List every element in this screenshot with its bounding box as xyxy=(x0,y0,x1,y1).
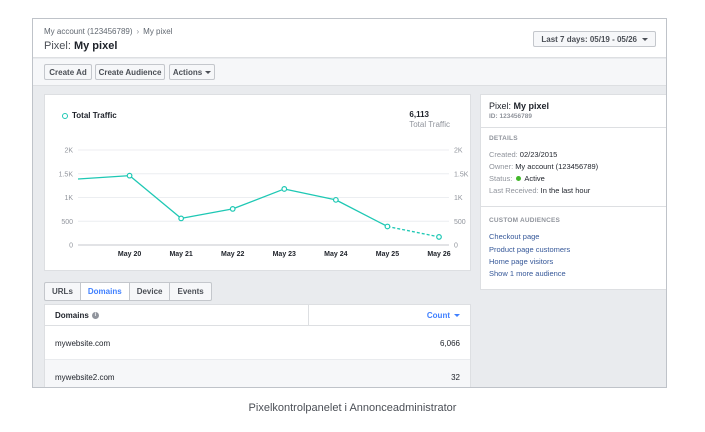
owner-label: Owner: xyxy=(489,162,514,171)
show-more-audiences-link[interactable]: Show 1 more audience xyxy=(489,269,566,278)
pixel-dashboard: My account (123456789) › My pixel Pixel:… xyxy=(32,18,667,388)
data-point[interactable] xyxy=(126,172,133,179)
row-count: 32 xyxy=(451,373,460,382)
info-icon[interactable]: i xyxy=(91,312,99,319)
column-header-count-label: Count xyxy=(426,311,450,320)
series-line-segment xyxy=(232,188,285,210)
x-tick-label: May 26 xyxy=(427,251,450,258)
column-header-domains-label: Domains xyxy=(55,311,89,320)
side-title-name: My pixel xyxy=(513,101,550,111)
table-header: Domains i Count xyxy=(45,305,470,326)
detail-last-received: Last Received: In the last hour xyxy=(489,186,590,195)
detail-created: Created: 02/23/2015 xyxy=(489,150,557,159)
audience-link-checkout[interactable]: Checkout page xyxy=(489,232,539,241)
side-title-prefix: Pixel: xyxy=(489,101,512,111)
pixel-id: ID: 123456789 xyxy=(489,113,533,120)
sort-down-icon xyxy=(454,314,460,317)
x-tick-label: May 20 xyxy=(118,251,141,258)
image-caption: Pixelkontrolpanelet i Annonceadministrat… xyxy=(248,402,457,414)
chevron-right-icon: › xyxy=(136,27,140,36)
domains-table: Domains i Count mywebsite.com 6,066 mywe… xyxy=(44,304,471,387)
created-value: 02/23/2015 xyxy=(519,150,558,159)
status-value: Active xyxy=(524,174,545,183)
date-range-label: Last 7 days: 05/19 - 05/26 xyxy=(541,34,637,44)
y-tick-label-left: 0 xyxy=(69,243,73,250)
details-heading: DETAILS xyxy=(489,135,518,142)
side-title: Pixel: My pixel xyxy=(489,101,549,111)
page-header: My account (123456789) › My pixel Pixel:… xyxy=(33,19,666,58)
column-header-count[interactable]: Count xyxy=(427,311,460,320)
tab-device[interactable]: Device xyxy=(130,283,171,300)
page-title-prefix: Pixel: xyxy=(44,40,71,52)
actions-label: Actions xyxy=(172,67,203,77)
chevron-down-icon xyxy=(205,70,212,74)
row-count: 6,066 xyxy=(439,339,460,348)
breadcrumb-account[interactable]: My account (123456789) xyxy=(44,27,133,36)
created-label: Created: xyxy=(489,150,518,159)
actions-button[interactable]: Actions xyxy=(169,64,215,80)
owner-value: My account (123456789) xyxy=(515,162,599,171)
column-divider xyxy=(308,305,309,325)
y-tick-label-right: 2K xyxy=(454,148,463,155)
divider xyxy=(481,206,666,207)
series-line-segment xyxy=(284,188,336,201)
x-tick-label: May 24 xyxy=(324,251,347,258)
page-title: Pixel: My pixel xyxy=(44,40,117,52)
tab-domains[interactable]: Domains xyxy=(80,283,130,300)
y-tick-label-right: 500 xyxy=(454,219,466,226)
column-header-domains: Domains i xyxy=(55,311,99,320)
detail-owner: Owner: My account (123456789) xyxy=(489,162,598,171)
table-row[interactable]: mywebsite2.com 32 xyxy=(45,360,470,387)
status-label: Status: xyxy=(489,174,513,183)
traffic-line-chart: 0 0 500 500 1K 1K 1.5K 1.5K 2K 2K May 20 May 21 May … xyxy=(59,148,469,259)
series-line-segment xyxy=(335,199,388,228)
data-point[interactable] xyxy=(436,234,442,240)
create-audience-button[interactable]: Create Audience xyxy=(95,64,165,80)
x-tick-label: May 25 xyxy=(376,251,399,258)
date-range-button[interactable]: Last 7 days: 05/19 - 05/26 xyxy=(533,31,656,47)
row-domain: mywebsite.com xyxy=(55,339,111,348)
series-line-segment xyxy=(181,208,233,220)
data-point[interactable] xyxy=(384,223,391,230)
x-tick-label: May 22 xyxy=(221,251,244,258)
y-tick-label-left: 2K xyxy=(64,148,73,155)
traffic-chart-card: Total Traffic 6,113 Total Traffic 0 0 500 5… xyxy=(44,94,471,271)
audience-link-home[interactable]: Home page visitors xyxy=(489,257,553,266)
data-point[interactable] xyxy=(281,186,288,192)
divider xyxy=(481,127,666,128)
x-tick-label: May 21 xyxy=(169,251,192,258)
tab-urls[interactable]: URLs xyxy=(45,283,81,300)
create-ad-button[interactable]: Create Ad xyxy=(44,64,92,80)
received-value: In the last hour xyxy=(540,186,591,195)
toolbar: Create Ad Create Audience Actions xyxy=(33,59,666,86)
y-tick-label-right: 1K xyxy=(454,195,463,202)
breadcrumb: My account (123456789) › My pixel xyxy=(44,27,173,36)
y-tick-label-right: 0 xyxy=(454,243,458,250)
status-active-icon xyxy=(516,176,522,181)
x-tick-label: May 23 xyxy=(273,251,296,258)
create-audience-label: Create Audience xyxy=(98,67,162,77)
y-tick-label-right: 1.5K xyxy=(454,171,469,178)
table-row[interactable]: mywebsite.com 6,066 xyxy=(45,326,470,360)
data-point[interactable] xyxy=(178,215,185,222)
received-label: Last Received: xyxy=(489,186,539,195)
breakdown-tabs: URLs Domains Device Events xyxy=(44,282,212,301)
y-tick-label-left: 1K xyxy=(64,195,73,202)
data-point[interactable] xyxy=(332,196,339,203)
breadcrumb-current: My pixel xyxy=(143,27,173,36)
pixel-details-panel: Pixel: My pixel ID: 123456789 DETAILS Cr… xyxy=(480,94,666,290)
detail-status: Status: Active xyxy=(489,174,545,183)
data-point[interactable] xyxy=(229,205,236,212)
create-ad-label: Create Ad xyxy=(49,67,87,77)
y-tick-label-left: 500 xyxy=(61,219,73,226)
series-line-segment xyxy=(77,175,130,180)
row-domain: mywebsite2.com xyxy=(55,373,115,382)
y-tick-label-left: 1.5K xyxy=(59,171,74,178)
custom-audiences-heading: CUSTOM AUDIENCES xyxy=(489,217,561,224)
tab-events[interactable]: Events xyxy=(170,283,210,300)
audience-link-product[interactable]: Product page customers xyxy=(489,245,570,254)
chevron-down-icon xyxy=(642,37,648,41)
page-title-name: My pixel xyxy=(73,40,118,52)
series-line-segment xyxy=(387,225,440,238)
